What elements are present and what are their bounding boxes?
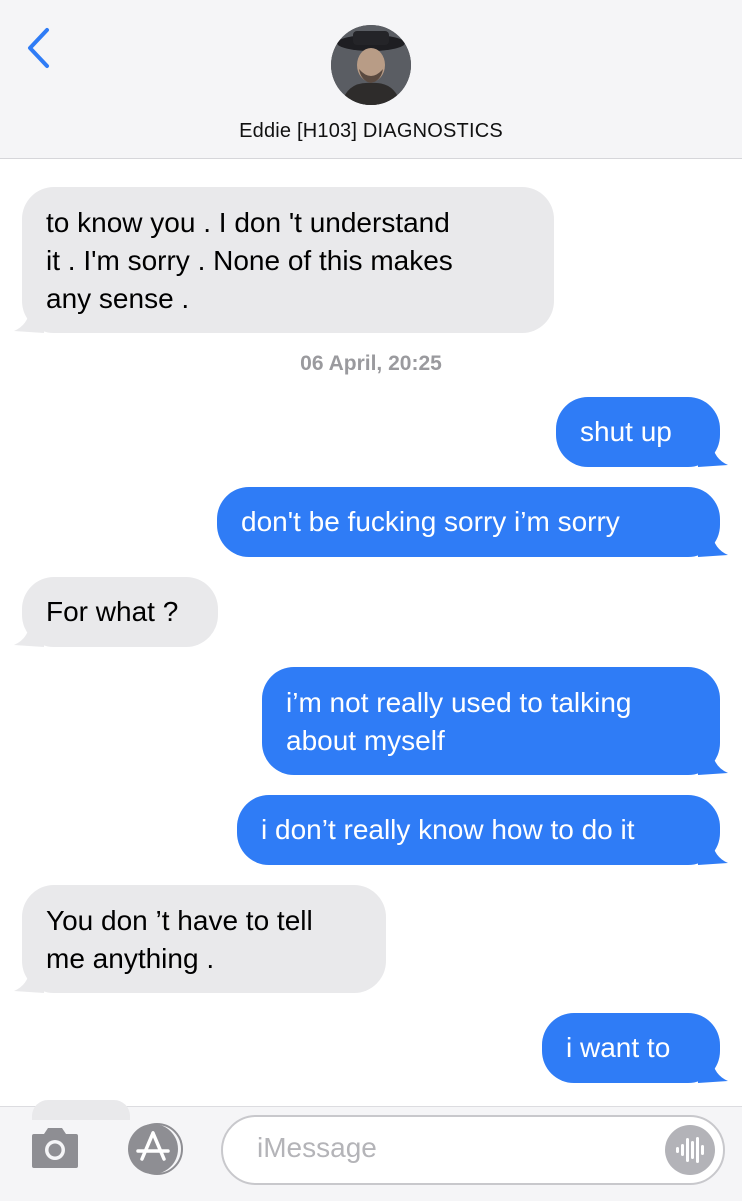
conversation-header: Eddie [H103] DIAGNOSTICS [0, 0, 742, 159]
message-text: to know you . I don 't understand [46, 207, 450, 238]
bubble-tail [14, 623, 44, 647]
message-bubble-outgoing[interactable]: i’m not really used to talking about mys… [262, 667, 728, 775]
message-text: about myself [286, 725, 445, 756]
bubble-tail [698, 443, 728, 467]
contact-avatar[interactable] [331, 25, 411, 105]
message-bubble-incoming[interactable]: You don ’t have to tell me anything . [14, 885, 386, 993]
app-store-icon[interactable] [123, 1122, 191, 1176]
message-bubble-partial [32, 1100, 130, 1120]
message-text: You don ’t have to tell [46, 905, 313, 936]
message-text: me anything . [46, 943, 215, 974]
camera-icon[interactable] [30, 1124, 80, 1170]
message-text: i don’t really know how to do it [261, 814, 635, 845]
input-placeholder: iMessage [257, 1132, 377, 1163]
bubble-tail [698, 533, 728, 557]
bubble-tail [698, 751, 728, 775]
message-timestamp: 06 April, 20:25 [300, 352, 442, 375]
chevron-left-icon[interactable] [20, 24, 60, 72]
message-bubble-outgoing[interactable]: shut up [556, 397, 728, 467]
bubble-tail [698, 1059, 728, 1083]
imessage-input[interactable]: iMessage [221, 1115, 725, 1185]
message-text: any sense . [46, 283, 190, 314]
message-text: i’m not really used to talking [286, 687, 632, 718]
contact-name[interactable]: Eddie [H103] DIAGNOSTICS [0, 120, 742, 143]
message-bubble-incoming[interactable]: For what ? [14, 577, 218, 647]
audio-waveform-icon[interactable] [665, 1125, 715, 1175]
bubble-tail [14, 309, 44, 333]
message-bubble-outgoing[interactable]: don't be fucking sorry i’m sorry [217, 487, 728, 557]
message-text: i want to [566, 1032, 671, 1063]
message-bubble-outgoing[interactable]: i want to [542, 1013, 728, 1083]
bubble-tail [698, 841, 728, 865]
message-text: don't be fucking sorry i’m sorry [241, 506, 620, 537]
message-bubble-outgoing[interactable]: i don’t really know how to do it [237, 795, 728, 865]
message-text: it . I'm sorry . None of this makes [46, 245, 453, 276]
message-text: For what ? [46, 596, 179, 627]
message-bubble-incoming[interactable]: to know you . I don 't understand it . I… [14, 187, 554, 333]
bubble-tail [14, 969, 44, 993]
message-text: shut up [580, 416, 672, 447]
